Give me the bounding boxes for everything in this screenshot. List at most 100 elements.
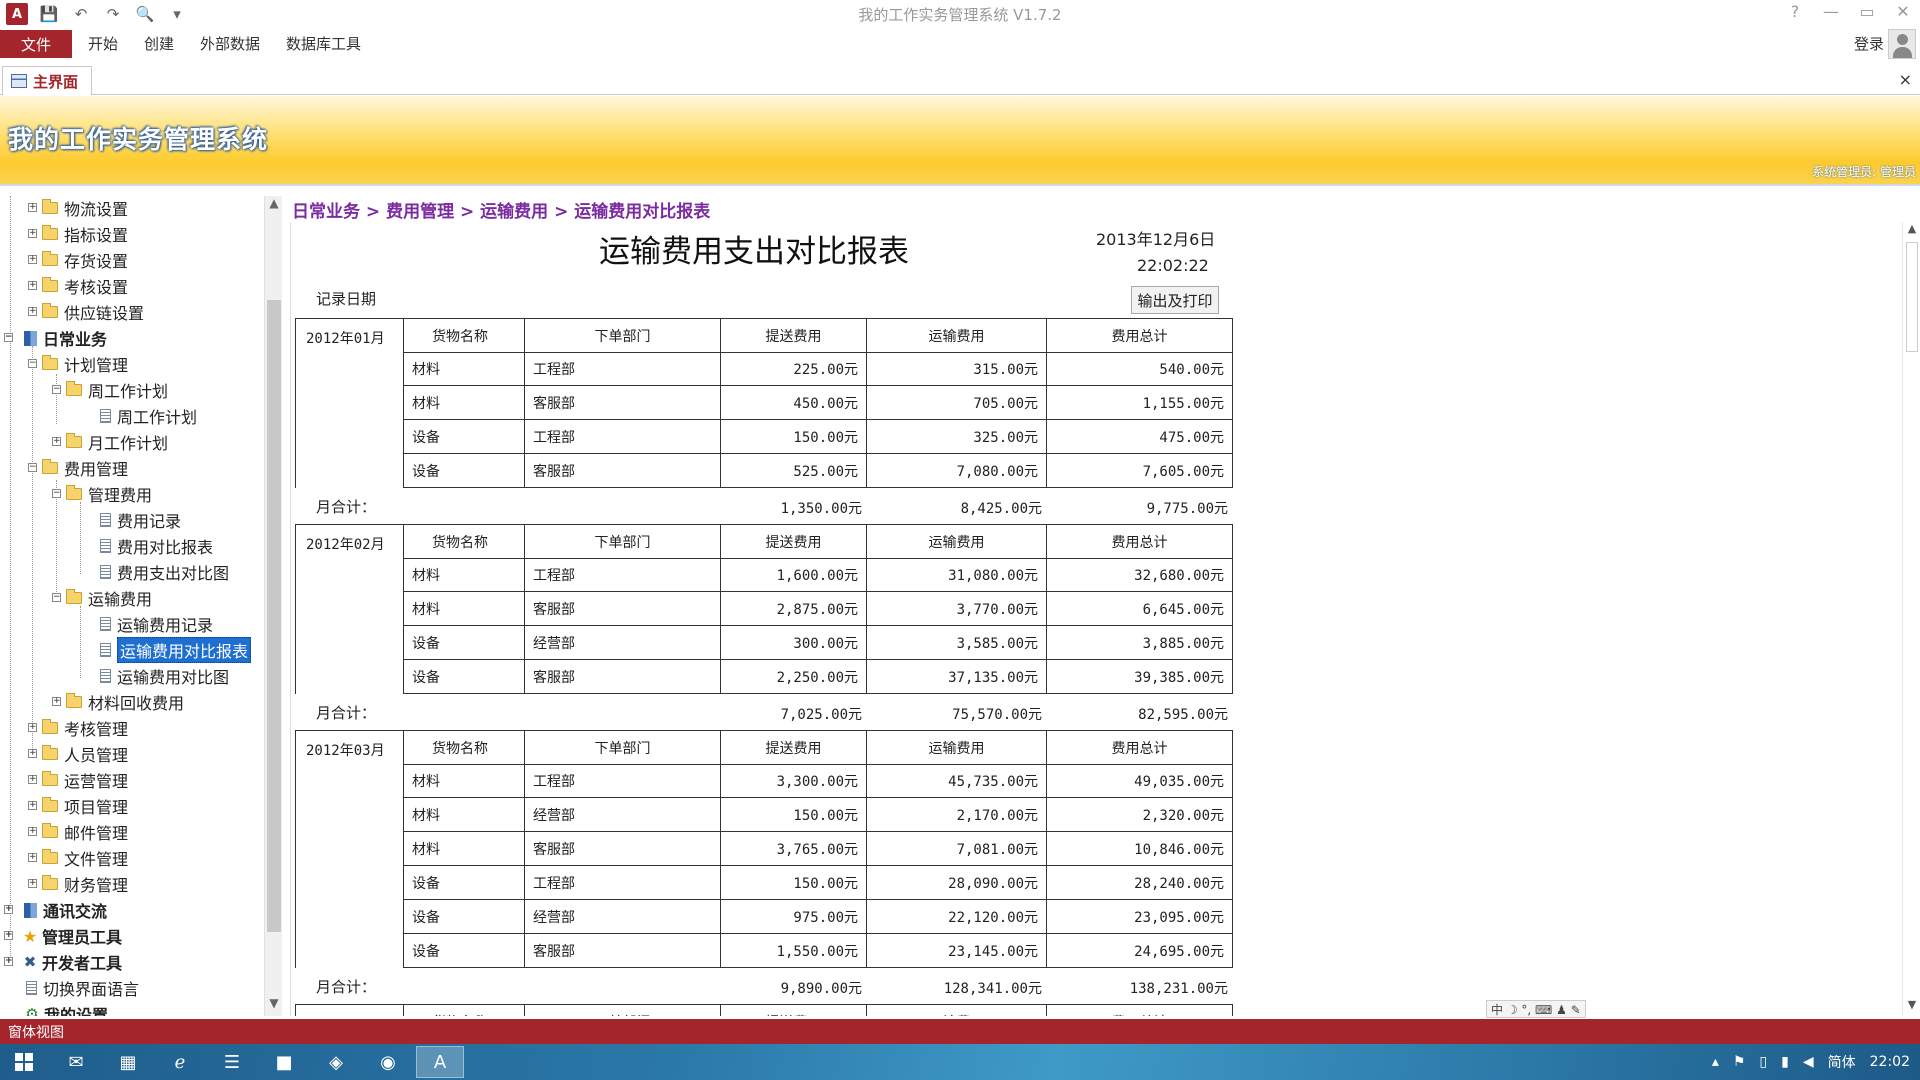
tree-item-assessment-settings[interactable]: + 考核设置 xyxy=(28,274,128,298)
tree-item-indicator-settings[interactable]: + 指标设置 xyxy=(28,222,128,246)
tree-item-communication[interactable]: + 通讯交流 xyxy=(4,898,107,922)
clock[interactable]: 22:02 xyxy=(1870,1054,1910,1070)
tree-item-monthly-plan[interactable]: + 月工作计划 xyxy=(52,430,168,454)
tree-item-transport-compare-report[interactable]: 运输费用对比报表 xyxy=(100,637,252,663)
export-print-button[interactable]: 输出及打印 xyxy=(1131,286,1219,314)
tree-item-material-recycle[interactable]: + 材料回收费用 xyxy=(52,690,184,714)
expand-icon[interactable]: + xyxy=(4,905,13,914)
nav-scrollbar[interactable]: ▲ ▼ xyxy=(264,196,282,1016)
tree-item-supply-chain-settings[interactable]: + 供应链设置 xyxy=(28,300,144,324)
tree-item-assessment-management[interactable]: + 考核管理 xyxy=(28,716,128,740)
tree-item-admin-tools[interactable]: + ★ 管理员工具 xyxy=(4,924,122,948)
expand-icon[interactable]: + xyxy=(28,723,37,732)
taskbar-app-3[interactable]: ◈ xyxy=(312,1046,360,1078)
tab-create[interactable]: 创建 xyxy=(144,33,174,54)
collapse-icon[interactable]: − xyxy=(28,359,37,368)
tray-arrow-icon[interactable]: ▴ xyxy=(1712,1054,1719,1070)
tree-item-project-management[interactable]: + 项目管理 xyxy=(28,794,128,818)
collapse-icon[interactable]: − xyxy=(52,489,61,498)
tree-item-admin-expense[interactable]: − 管理费用 xyxy=(52,482,152,506)
tab-external-data[interactable]: 外部数据 xyxy=(200,33,260,54)
tree-item-switch-language[interactable]: 切换界面语言 xyxy=(26,976,139,1000)
tree-guide-line xyxy=(32,346,33,748)
signal-icon[interactable]: ▮ xyxy=(1781,1054,1789,1070)
expand-icon[interactable]: + xyxy=(28,827,37,836)
tab-database-tools[interactable]: 数据库工具 xyxy=(286,33,361,54)
tree-item-file-management[interactable]: + 文件管理 xyxy=(28,846,128,870)
close-window-icon[interactable]: ✕ xyxy=(1892,2,1914,21)
login-link[interactable]: 登录 xyxy=(1854,33,1884,54)
tree-item-mail-management[interactable]: + 邮件管理 xyxy=(28,820,128,844)
collapse-icon[interactable]: − xyxy=(4,333,13,342)
taskbar-app-1[interactable]: ✉ xyxy=(52,1046,100,1078)
expand-icon[interactable]: + xyxy=(28,749,37,758)
collapse-icon[interactable]: − xyxy=(52,385,61,394)
tree-item-expense-compare-report[interactable]: 费用对比报表 xyxy=(100,534,213,558)
taskbar-app-4[interactable]: ◉ xyxy=(364,1046,412,1078)
volume-icon[interactable]: ◀ xyxy=(1803,1054,1814,1070)
tree-item-logistics-settings[interactable]: + 物流设置 xyxy=(28,196,128,220)
tree-guide-line xyxy=(80,606,81,678)
battery-icon[interactable]: ▯ xyxy=(1759,1054,1767,1070)
nav-scroll-thumb[interactable] xyxy=(267,300,281,932)
taskbar-app-2[interactable]: ☰ xyxy=(208,1046,256,1078)
taskbar-terminal[interactable]: ■ xyxy=(260,1046,308,1078)
tree-item-operations-management[interactable]: + 运营管理 xyxy=(28,768,128,792)
breadcrumb[interactable]: 日常业务 > 费用管理 > 运输费用 > 运输费用对比报表 xyxy=(292,197,710,222)
taskbar-access[interactable]: A xyxy=(416,1046,464,1078)
tree-item-developer-tools[interactable]: + ✖ 开发者工具 xyxy=(4,950,122,974)
tree-item-inventory-settings[interactable]: + 存货设置 xyxy=(28,248,128,272)
expand-icon[interactable]: + xyxy=(28,203,37,212)
taskbar-explorer[interactable]: ▦ xyxy=(104,1046,152,1078)
expand-icon[interactable]: + xyxy=(4,957,13,966)
tree-item-my-settings[interactable]: ⚙ 我的设置 xyxy=(4,1002,108,1016)
ime-language[interactable]: 简体 xyxy=(1828,1052,1856,1072)
close-document-icon[interactable]: × xyxy=(1899,70,1912,89)
expand-icon[interactable]: + xyxy=(28,775,37,784)
expand-icon[interactable]: + xyxy=(28,281,37,290)
collapse-icon[interactable]: − xyxy=(52,593,61,602)
tab-main-form[interactable]: 主界面 xyxy=(2,66,92,95)
minimize-icon[interactable]: — xyxy=(1820,2,1842,21)
tree-item-daily-business[interactable]: − 日常业务 xyxy=(4,326,107,350)
folder-icon xyxy=(42,771,58,786)
tree-item-expense-chart[interactable]: 费用支出对比图 xyxy=(100,560,229,584)
expand-icon[interactable]: + xyxy=(52,697,61,706)
expand-icon[interactable]: + xyxy=(4,931,13,940)
help-icon[interactable]: ? xyxy=(1784,2,1806,21)
tree-item-weekly-plan[interactable]: 周工作计划 xyxy=(100,404,197,428)
expand-icon[interactable]: + xyxy=(28,801,37,810)
restore-icon[interactable]: ▭ xyxy=(1856,2,1878,21)
tree-item-expense-record[interactable]: 费用记录 xyxy=(100,508,181,532)
tree-item-weekly-plan-folder[interactable]: − 周工作计划 xyxy=(52,378,168,402)
collapse-icon[interactable]: − xyxy=(28,463,37,472)
tree-item-plan-management[interactable]: − 计划管理 xyxy=(28,352,128,376)
tree-item-transport-chart[interactable]: 运输费用对比图 xyxy=(100,664,229,688)
flag-icon[interactable]: ⚑ xyxy=(1733,1054,1746,1070)
start-button[interactable] xyxy=(0,1046,48,1078)
tree-item-expense-management[interactable]: − 费用管理 xyxy=(28,456,128,480)
table-cell: 325.00元 xyxy=(867,420,1047,454)
tree-item-transport-expense[interactable]: − 运输费用 xyxy=(52,586,152,610)
ime-toolbar[interactable]: 中 ☽ °, ⌨ ♟ ✎ xyxy=(1486,1000,1586,1018)
expand-icon[interactable]: + xyxy=(28,879,37,888)
expand-icon[interactable]: + xyxy=(28,255,37,264)
expand-icon[interactable]: + xyxy=(52,437,61,446)
tab-home[interactable]: 开始 xyxy=(88,33,118,54)
expand-icon[interactable]: + xyxy=(28,307,37,316)
taskbar-ie[interactable]: ℯ xyxy=(156,1046,204,1078)
scroll-up-icon[interactable]: ▲ xyxy=(265,196,283,216)
tree-item-label: 人员管理 xyxy=(64,746,129,765)
tree-item-personnel-management[interactable]: + 人员管理 xyxy=(28,742,128,766)
scroll-down-icon[interactable]: ▼ xyxy=(265,996,283,1016)
avatar[interactable] xyxy=(1888,29,1916,59)
tree-item-transport-record[interactable]: 运输费用记录 xyxy=(100,612,213,636)
scroll-up-icon[interactable]: ▲ xyxy=(1903,222,1920,240)
report-scroll-thumb[interactable] xyxy=(1906,242,1918,352)
scroll-down-icon[interactable]: ▼ xyxy=(1903,998,1920,1016)
expand-icon[interactable]: + xyxy=(28,229,37,238)
tab-file[interactable]: 文件 xyxy=(0,30,72,58)
report-scrollbar[interactable]: ▲ ▼ xyxy=(1902,222,1920,1016)
tree-item-finance-management[interactable]: + 财务管理 xyxy=(28,872,128,896)
expand-icon[interactable]: + xyxy=(28,853,37,862)
